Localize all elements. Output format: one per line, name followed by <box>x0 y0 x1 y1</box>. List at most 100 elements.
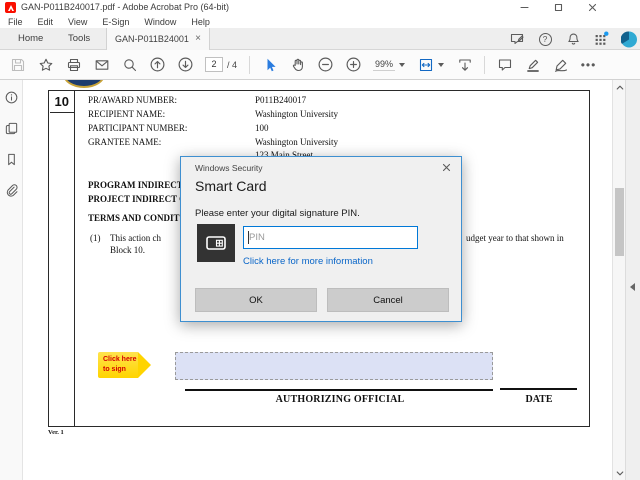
bookmarks-icon[interactable] <box>3 151 19 167</box>
fill-and-sign-icon[interactable] <box>552 56 569 73</box>
menu-window[interactable]: Window <box>144 17 176 27</box>
field-label: GRANTEE NAME: <box>88 137 162 147</box>
scrolling-mode-icon[interactable] <box>456 56 473 73</box>
hand-tool-icon[interactable] <box>289 56 306 73</box>
save-icon[interactable] <box>9 56 26 73</box>
notification-dot <box>604 31 609 36</box>
restore-button[interactable] <box>546 0 570 15</box>
menu-file[interactable]: File <box>8 17 23 27</box>
pin-input[interactable] <box>243 226 418 249</box>
menu-view[interactable]: View <box>68 17 87 27</box>
document-area: 10 PR/AWARD NUMBER: P011B240017 RECIPIEN… <box>0 80 640 480</box>
page-info-icon[interactable] <box>3 89 19 105</box>
menu-esign[interactable]: E-Sign <box>102 17 129 27</box>
highlight-icon[interactable] <box>524 56 541 73</box>
feedback-icon[interactable] <box>509 31 525 47</box>
cancel-button[interactable]: Cancel <box>327 288 449 312</box>
menu-edit[interactable]: Edit <box>38 17 54 27</box>
tab-home[interactable]: Home <box>8 28 53 50</box>
apps-grid-icon[interactable] <box>593 31 609 47</box>
vertical-scrollbar[interactable] <box>612 80 625 480</box>
tab-bar: Home Tools GAN-P011B24001... × ? <box>0 28 640 50</box>
previous-page-icon[interactable] <box>149 56 166 73</box>
minimize-button[interactable] <box>512 0 536 15</box>
field-label: PR/AWARD NUMBER: <box>88 95 178 105</box>
clause-text-start: This action ch <box>110 233 161 243</box>
more-information-link[interactable]: Click here for more information <box>243 256 373 267</box>
page-count-label: / 4 <box>227 59 238 70</box>
attachments-paperclip-icon[interactable] <box>3 182 19 198</box>
toolbar: 2 / 4 99% ••• <box>0 50 640 80</box>
toolbar-divider <box>249 55 251 74</box>
page-thumbnails-icon[interactable] <box>3 120 19 136</box>
field-value: Washington University <box>255 137 339 147</box>
scrollbar-thumb[interactable] <box>615 188 624 256</box>
field-label: RECIPIENT NAME: <box>88 109 166 119</box>
clause-text-end: udget year to that shown in <box>466 233 564 243</box>
agency-seal <box>63 80 105 89</box>
left-navigation-rail <box>0 80 23 480</box>
chevron-down-icon[interactable] <box>438 62 445 67</box>
clause-number: (1) <box>90 233 101 243</box>
text-caret <box>248 231 249 244</box>
dialog-title: Windows Security <box>195 163 263 173</box>
fit-width-icon[interactable] <box>417 56 434 73</box>
doc-heading: PROGRAM INDIRECT <box>88 180 183 190</box>
more-tools-icon[interactable]: ••• <box>580 56 597 73</box>
version-label: Ver. 1 <box>48 429 64 436</box>
email-icon[interactable] <box>93 56 110 73</box>
menu-bar: File Edit View E-Sign Window Help <box>0 15 640 28</box>
table-column-divider <box>74 90 75 427</box>
date-label: DATE <box>525 394 553 405</box>
dialog-heading: Smart Card <box>195 178 267 194</box>
zoom-level-control[interactable]: 99% <box>373 58 406 71</box>
help-icon[interactable]: ? <box>537 31 553 47</box>
document-tab-label: GAN-P011B24001... <box>115 34 190 44</box>
doc-heading: PROJECT INDIRECT C <box>88 194 186 204</box>
date-line <box>500 388 577 390</box>
print-icon[interactable] <box>65 56 82 73</box>
zoom-level-value: 99% <box>373 58 396 71</box>
ok-button[interactable]: OK <box>195 288 317 312</box>
user-avatar[interactable] <box>621 30 637 47</box>
field-value: Washington University <box>255 109 339 119</box>
pin-field-wrap <box>243 226 418 249</box>
page-number-input[interactable]: 2 <box>205 57 223 72</box>
clause-text-line2: Block 10. <box>110 245 145 255</box>
title-bar: GAN-P011B240017.pdf - Adobe Acrobat Pro … <box>0 0 640 15</box>
field-value: 100 <box>255 123 269 133</box>
click-here-to-sign-tag[interactable]: Click here to sign <box>98 352 138 378</box>
dialog-close-icon[interactable] <box>439 160 453 174</box>
tabbar-actions: ? <box>509 28 637 50</box>
acrobat-logo-icon <box>5 2 16 13</box>
windows-security-dialog: Windows Security Smart Card Please enter… <box>180 156 462 322</box>
field-label: PARTICIPANT NUMBER: <box>88 123 188 133</box>
dialog-message: Please enter your digital signature PIN. <box>195 208 360 219</box>
block-number: 10 <box>49 92 74 113</box>
tab-tools[interactable]: Tools <box>58 28 100 50</box>
toolbar-divider <box>484 55 486 74</box>
smart-card-icon <box>197 224 235 262</box>
zoom-in-icon[interactable] <box>345 56 362 73</box>
comment-icon[interactable] <box>496 56 513 73</box>
select-tool-icon[interactable] <box>261 56 278 73</box>
window-title: GAN-P011B240017.pdf - Adobe Acrobat Pro … <box>21 2 229 12</box>
authorizing-official-label: AUTHORIZING OFFICIAL <box>275 394 405 405</box>
next-page-icon[interactable] <box>177 56 194 73</box>
search-icon[interactable] <box>121 56 138 73</box>
acrobat-window: GAN-P011B240017.pdf - Adobe Acrobat Pro … <box>0 0 640 480</box>
notifications-bell-icon[interactable] <box>565 31 581 47</box>
close-tab-icon[interactable]: × <box>195 34 201 44</box>
sign-tag-arrow-tip <box>138 352 151 378</box>
close-window-button[interactable] <box>580 0 604 15</box>
star-icon[interactable] <box>37 56 54 73</box>
zoom-out-icon[interactable] <box>317 56 334 73</box>
signature-field[interactable] <box>175 352 493 380</box>
tab-document[interactable]: GAN-P011B24001... × <box>106 28 210 50</box>
field-value: P011B240017 <box>255 95 307 105</box>
chevron-down-icon <box>399 62 406 67</box>
signature-line <box>185 389 493 391</box>
menu-help[interactable]: Help <box>191 17 210 27</box>
tools-panel-collapsed <box>625 80 640 480</box>
expand-panel-icon[interactable] <box>630 283 635 291</box>
